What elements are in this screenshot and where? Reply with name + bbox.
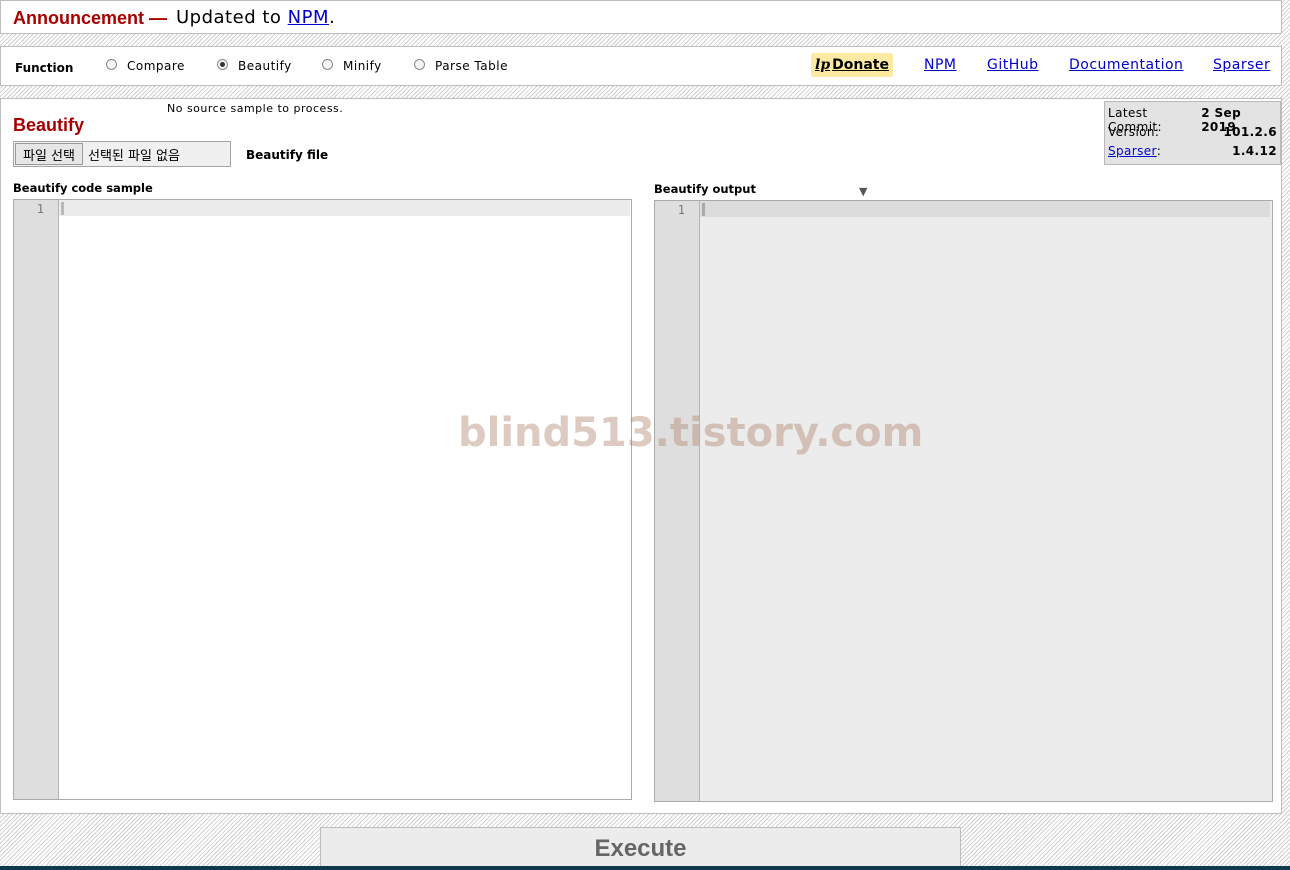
- version-label: Version:: [1108, 125, 1160, 139]
- output-toggle-arrow-icon[interactable]: ▼: [859, 185, 867, 198]
- radio-compare[interactable]: Compare: [106, 58, 185, 73]
- sparser-value: 1.4.12: [1232, 144, 1277, 158]
- input-caret: [61, 202, 64, 215]
- version-info-box: Latest Commit: 2 Sep 2019 Version: 101.2…: [1104, 101, 1281, 165]
- radio-compare-label: Compare: [127, 59, 185, 73]
- function-label: Function: [15, 61, 74, 75]
- radio-beautify[interactable]: Beautify: [217, 58, 292, 73]
- radio-parse-table-dot[interactable]: [414, 58, 425, 70]
- nav-documentation-link[interactable]: Documentation: [1069, 57, 1183, 73]
- version-row: Version: 101.2.6: [1108, 125, 1277, 139]
- code-sample-label: Beautify code sample: [13, 181, 153, 195]
- input-gutter: 1: [14, 200, 59, 799]
- radio-minify[interactable]: Minify: [322, 58, 382, 73]
- announcement-message: Updated to: [176, 7, 282, 28]
- footer-bar: [0, 866, 1290, 870]
- watermark: blind513.tistory.com: [458, 410, 924, 456]
- nav-github-link[interactable]: GitHub: [987, 57, 1039, 73]
- page-title: Beautify: [13, 115, 85, 135]
- code-sample-editor[interactable]: 1: [13, 199, 632, 800]
- liberapay-icon: lp: [815, 57, 831, 73]
- output-caret: [702, 203, 705, 216]
- sparser-label: Sparser:: [1108, 144, 1161, 158]
- announcement-npm-link[interactable]: NPM: [288, 7, 329, 28]
- input-active-line: [59, 200, 630, 216]
- announcement-label: Announcement —: [13, 8, 168, 28]
- sparser-colon: :: [1156, 144, 1162, 158]
- radio-minify-label: Minify: [343, 59, 382, 73]
- radio-minify-dot[interactable]: [322, 58, 333, 70]
- version-value: 101.2.6: [1223, 125, 1277, 139]
- donate-label: Donate: [832, 57, 889, 73]
- output-label: Beautify output: [654, 182, 756, 196]
- file-status: 선택된 파일 없음: [87, 148, 180, 164]
- announcement-text: Updated to NPM.: [176, 7, 335, 28]
- file-input[interactable]: 파일 선택 선택된 파일 없음: [13, 141, 231, 167]
- radio-parse-table-label: Parse Table: [435, 59, 508, 73]
- main-panel: No source sample to process. Beautify 파일…: [0, 98, 1282, 814]
- execute-button[interactable]: Execute: [320, 827, 961, 870]
- beautify-file-label: Beautify file: [246, 148, 329, 162]
- output-active-line: [700, 201, 1270, 217]
- sparser-row: Sparser: 1.4.12: [1108, 144, 1277, 158]
- radio-compare-dot[interactable]: [106, 58, 117, 70]
- output-gutter: 1: [655, 201, 700, 801]
- radio-beautify-dot[interactable]: [217, 58, 228, 70]
- donate-button[interactable]: lp Donate: [811, 53, 893, 77]
- output-editor[interactable]: 1: [654, 200, 1273, 802]
- function-bar: Function Compare Beautify Minify Parse T…: [0, 46, 1282, 86]
- sparser-version-link[interactable]: Sparser: [1108, 144, 1157, 158]
- output-line-number: 1: [677, 203, 685, 217]
- radio-beautify-label: Beautify: [238, 59, 292, 73]
- no-source-message: No source sample to process.: [167, 102, 344, 115]
- nav-sparser-link[interactable]: Sparser: [1213, 57, 1270, 73]
- choose-file-button[interactable]: 파일 선택: [15, 143, 83, 165]
- input-line-number: 1: [36, 202, 44, 216]
- radio-parse-table[interactable]: Parse Table: [414, 58, 508, 73]
- announcement-trail: .: [329, 7, 336, 28]
- announcement-bar: Announcement — Updated to NPM.: [0, 0, 1282, 34]
- nav-npm-link[interactable]: NPM: [924, 57, 957, 73]
